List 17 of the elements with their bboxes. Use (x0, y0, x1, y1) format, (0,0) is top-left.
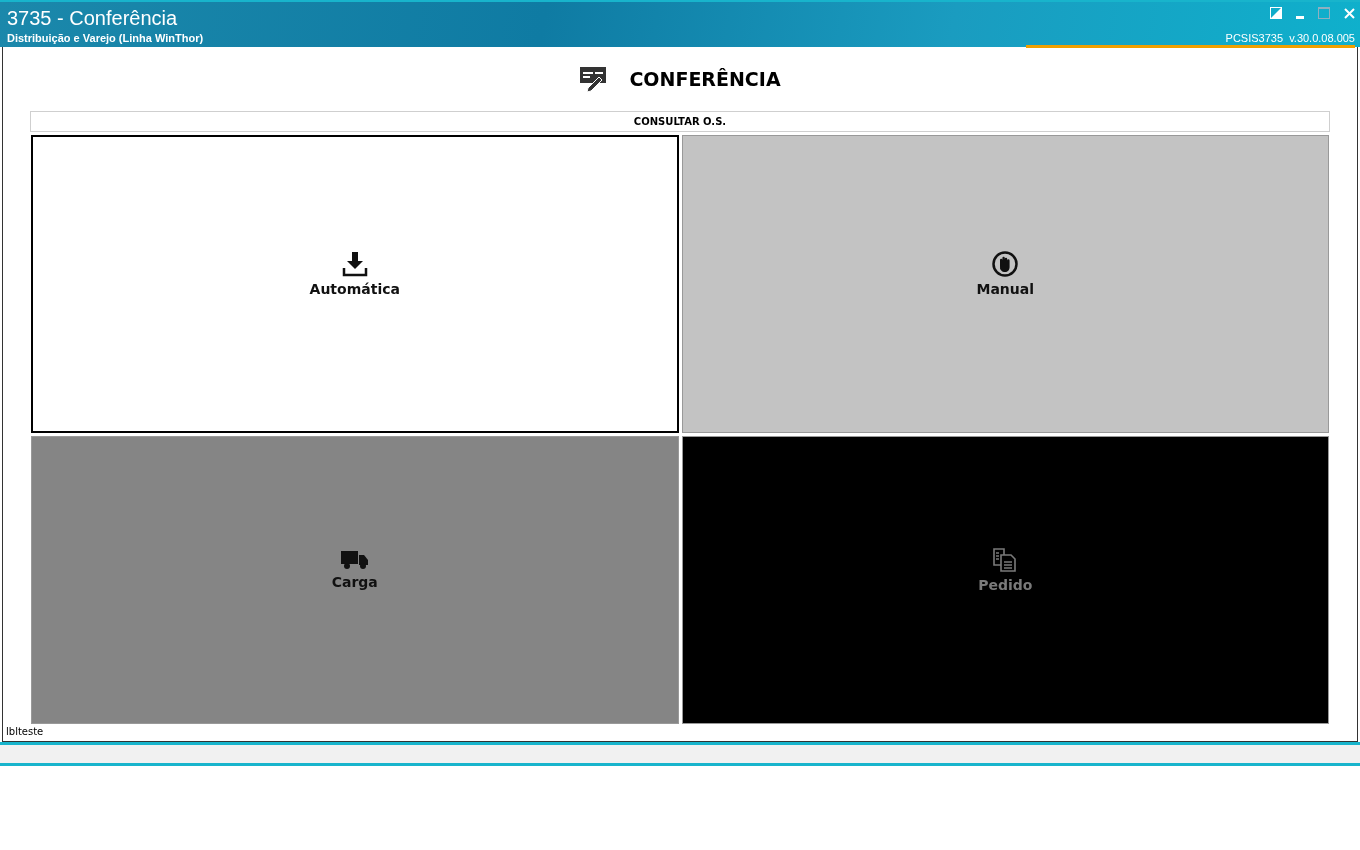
form-pen-icon (579, 65, 608, 93)
documents-icon (992, 547, 1019, 573)
truck-icon (340, 550, 369, 570)
option-tile[interactable]: Manual (681, 135, 1329, 433)
window-title: 3735 - Conferência (7, 7, 179, 29)
restore-icon[interactable] (1270, 7, 1282, 19)
hand-icon (992, 251, 1019, 277)
option-tile[interactable]: Carga (31, 436, 679, 724)
window-subtitle: Distribuição e Varejo (Linha WinThor) (7, 31, 204, 45)
page-title: CONFERÊNCIA (629, 68, 781, 90)
version-label: PCSIS3735 v.30.0.08.005 (1025, 32, 1355, 48)
option-tile[interactable]: Pedido (681, 436, 1329, 724)
option-tile[interactable]: Automática (31, 135, 679, 433)
close-icon[interactable] (1344, 8, 1355, 19)
status-label: lblteste (6, 726, 44, 737)
download-icon (341, 251, 368, 277)
consult-button[interactable]: CONSULTAR O.S. (30, 111, 1330, 132)
